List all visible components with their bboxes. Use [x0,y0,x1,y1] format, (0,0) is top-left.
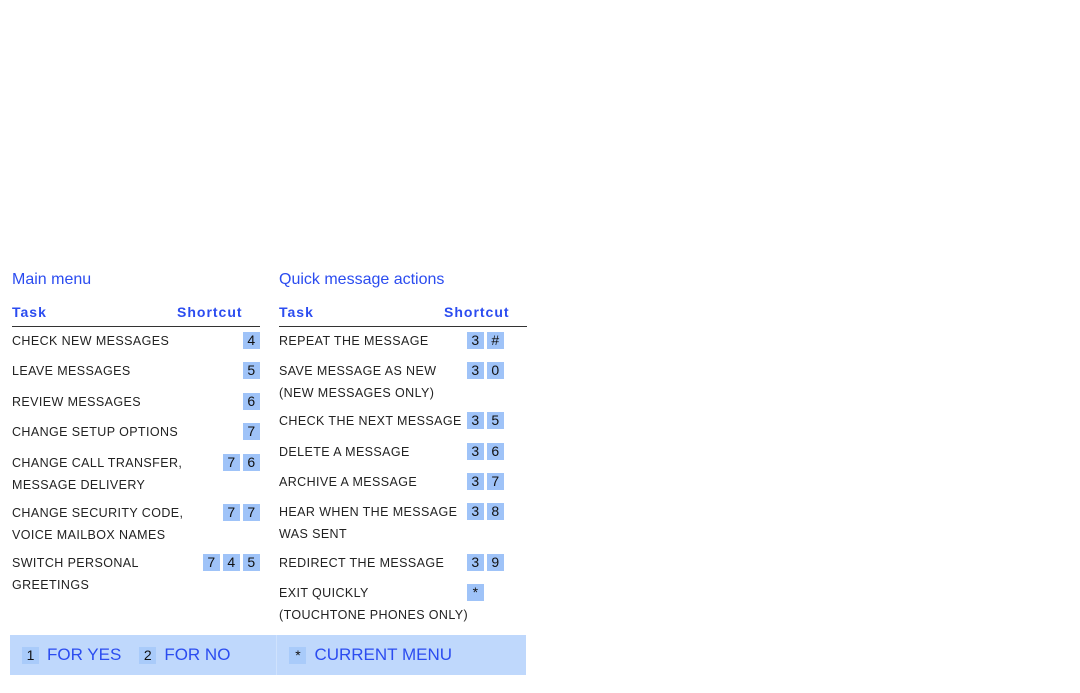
task-row: CHANGE SETUP OPTIONS 7 [12,422,260,444]
task-row: SWITCH PERSONAL GREETINGS 7 4 5 [12,553,260,596]
shortcut-keys: 3 # [467,330,504,349]
task-label: (TOUCHTONE PHONES ONLY) [279,607,469,622]
main-task-header: Task [12,304,47,320]
key-icon: 7 [243,423,260,440]
main-menu-title: Main menu [12,271,92,288]
key-icon: 0 [487,362,504,379]
quick-task-header: Task [279,304,314,320]
key-icon: 6 [243,454,260,471]
key-icon: 6 [243,393,260,410]
task-row: CHECK THE NEXT MESSAGE 3 5 [279,411,527,433]
key-icon: 3 [467,362,484,379]
shortcut-keys: * [467,582,484,601]
task-row: CHANGE CALL TRANSFER, MESSAGE DELIVERY 7 6 [12,453,260,496]
task-label: GREETINGS [12,577,90,592]
shortcut-keys: 4 [243,330,260,349]
task-row: REDIRECT THE MESSAGE 3 9 [279,553,527,575]
task-label: VOICE MAILBOX NAMES [12,527,166,542]
quick-actions-title: Quick message actions [279,271,445,288]
shortcut-keys: 745 [203,552,260,571]
key-icon: 3 [467,332,484,349]
task-row: SAVE MESSAGE AS NEW (NEW MESSAGES ONLY) 3 0 [279,361,527,404]
task-row: CHANGE SECURITY CODE, VOICE MAILBOX NAMES… [12,503,260,546]
key-star: * [289,646,307,664]
key-icon: 3 [467,554,484,571]
key-icon: 3 [467,503,484,520]
key-icon: 3 [467,443,484,460]
no-label: FOR NO [164,645,231,664]
task-label: EXIT QUICKLY [279,586,369,600]
quick-divider [279,326,527,327]
key-icon: 6 [487,443,504,460]
footer-bar: 1 FOR YES 2 FOR NO * CURRENT MENU [10,635,526,675]
key-icon: # [487,332,504,349]
task-row: ARCHIVE A MESSAGE 3 7 [279,472,527,494]
shortcut-keys: 36 [467,441,504,460]
footer-yes: 1 FOR YES [22,645,121,665]
task-label: WAS SENT [279,526,348,541]
shortcut-keys: 6 [243,391,260,410]
shortcut-keys: 76 [223,452,260,471]
task-row: DELETE A MESSAGE 3 6 [279,442,527,464]
key-icon: 7 [243,504,260,521]
footer-separator [276,635,278,675]
key-icon: 7 [487,473,504,490]
key-icon: 8 [487,503,504,520]
footer-no: 2 FOR NO [139,645,230,665]
footer-current-menu: * CURRENT MENU [289,645,452,665]
task-label: LEAVE MESSAGES [12,364,131,378]
current-menu-label: CURRENT MENU [314,645,453,664]
task-label: (NEW MESSAGES ONLY) [279,385,435,400]
key-icon: 5 [487,412,504,429]
key-icon: 5 [243,362,260,379]
shortcut-keys: 35 [467,410,504,429]
key-icon: 3 [467,412,484,429]
shortcut-keys: 37 [467,471,504,490]
key-icon: * [467,584,484,601]
task-label: CHANGE SETUP OPTIONS [12,425,179,439]
yes-label: FOR YES [47,645,122,664]
shortcut-keys: 77 [223,502,260,521]
key-2: 2 [139,646,157,664]
key-icon: 5 [243,554,260,571]
task-label: REVIEW MESSAGES [12,395,141,409]
task-row: EXIT QUICKLY (TOUCHTONE PHONES ONLY) * [279,583,527,626]
task-row: LEAVE MESSAGES 5 [12,361,260,383]
key-icon: 4 [223,554,240,571]
task-row: REPEAT THE MESSAGE 3 # [279,331,527,353]
key-icon: 4 [243,332,260,349]
shortcut-keys: 5 [243,360,260,379]
key-1: 1 [22,646,39,664]
task-row: REVIEW MESSAGES 6 [12,392,260,414]
task-label: MESSAGE DELIVERY [12,477,146,492]
main-divider [12,326,260,327]
shortcut-keys: 39 [467,552,504,571]
key-icon: 9 [487,554,504,571]
quick-shortcut-header: Shortcut [444,304,510,320]
shortcut-keys: 30 [467,360,504,379]
key-icon: 7 [203,554,220,571]
task-row: HEAR WHEN THE MESSAGE WAS SENT 3 8 [279,502,527,545]
task-label: CHECK NEW MESSAGES [12,334,170,348]
key-icon: 7 [223,504,240,521]
key-icon: 7 [223,454,240,471]
key-icon: 3 [467,473,484,490]
task-row: CHECK NEW MESSAGES 4 [12,331,260,353]
main-shortcut-header: Shortcut [177,304,243,320]
shortcut-keys: 7 [243,421,260,440]
shortcut-keys: 38 [467,501,504,520]
